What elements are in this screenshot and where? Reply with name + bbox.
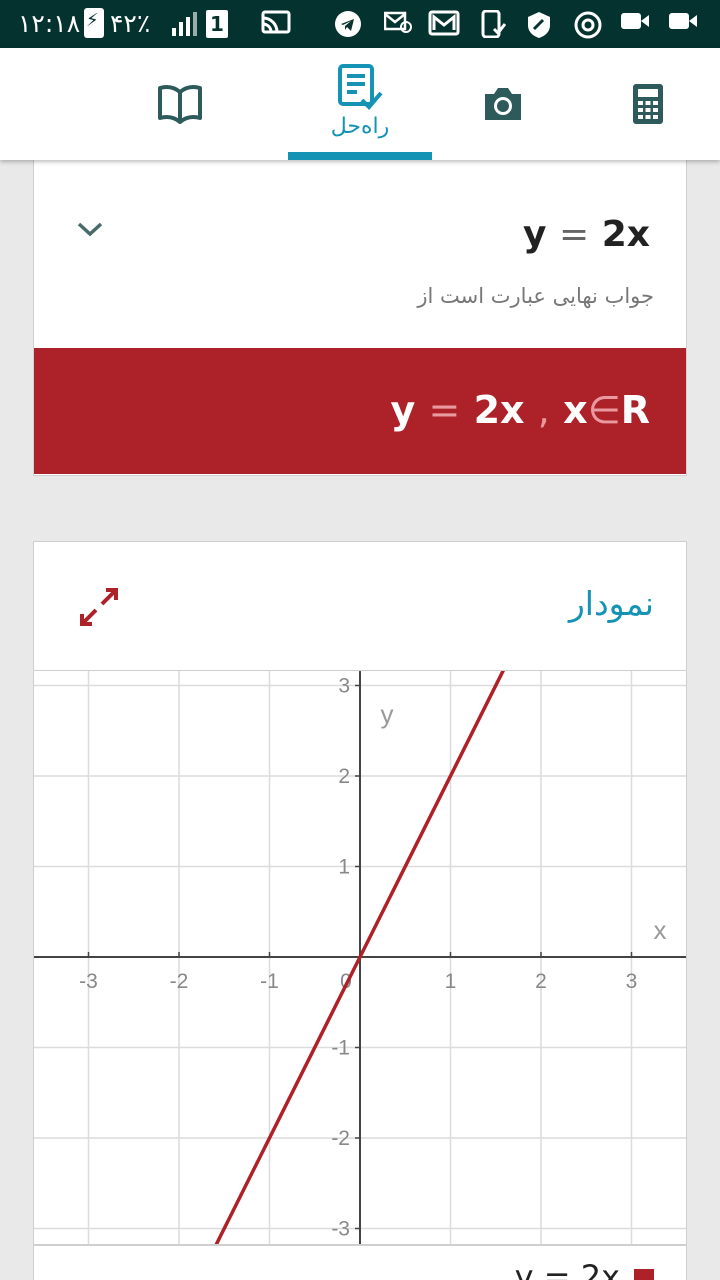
final-answer-band: y = 2x , x∈R — [34, 348, 686, 474]
y-tick-label: 1 — [338, 856, 350, 879]
status-time: ۱۲:۱۸ — [18, 9, 81, 38]
answer-lhs: y — [390, 388, 416, 432]
x-tick-label: 1 — [445, 970, 457, 993]
tab-camera[interactable] — [470, 48, 536, 160]
sync-icon — [573, 10, 603, 39]
x-tick-label: -3 — [79, 970, 98, 993]
answer-op: = — [428, 388, 461, 432]
result-card: y = 2x جواب نهایی عبارت است از y = 2x , … — [33, 160, 687, 476]
equation-rhs: 2x — [601, 214, 650, 255]
calculator-icon — [633, 84, 663, 124]
answer-var: x — [563, 388, 588, 432]
expand-icon[interactable] — [78, 586, 120, 628]
camera-icon — [485, 88, 521, 120]
cast-icon — [260, 10, 291, 38]
legend-swatch — [634, 1269, 654, 1280]
x-axis-label: x — [654, 915, 667, 945]
top-toolbar: راه‌حل — [0, 48, 720, 160]
y-tick-label: -2 — [331, 1127, 350, 1150]
legend-divider — [34, 1244, 686, 1246]
x-tick-label: 2 — [535, 970, 547, 993]
solution-icon — [338, 64, 383, 110]
video-icon — [620, 10, 650, 38]
x-tick-label: -1 — [260, 970, 279, 993]
y-axis-label: y — [381, 699, 394, 729]
tab-solution[interactable]: راه‌حل — [300, 48, 420, 160]
legend-entry: y = 2x — [515, 1258, 654, 1280]
graph-title: نمودار — [568, 584, 654, 623]
x-tick-label: 3 — [626, 970, 638, 993]
active-tab-indicator — [288, 152, 432, 160]
legend-label: y = 2x — [514, 1258, 620, 1280]
answer-set: R — [620, 388, 650, 432]
y-tick-label: -1 — [331, 1037, 350, 1060]
book-icon — [158, 85, 202, 124]
answer-comma: , — [537, 388, 550, 432]
answer-rhs: 2x — [473, 388, 525, 432]
y-tick-label: -3 — [331, 1218, 350, 1241]
element-of-symbol: ∈ — [587, 388, 621, 432]
tab-solution-label: راه‌حل — [330, 114, 390, 139]
signal-icon — [172, 12, 198, 36]
status-bar: ۱۲:۱۸ ۴۲٪ 1 — [0, 0, 720, 48]
sim-indicator: 1 — [206, 10, 228, 38]
mail-at-icon — [383, 10, 413, 38]
graph-card: نمودار -3 -2 -1 0 1 2 3 -3 -2 -1 1 2 3 x y y = 2x — [33, 541, 687, 1280]
telegram-icon — [333, 10, 363, 38]
x-tick-label: -2 — [170, 970, 189, 993]
plot-svg: -3 -2 -1 0 1 2 3-3-2-1123xy — [34, 671, 686, 1244]
equation-lhs: y — [522, 214, 547, 255]
tab-calculator[interactable] — [614, 48, 682, 160]
equation-op: = — [559, 214, 590, 255]
tab-book[interactable] — [140, 48, 220, 160]
equation: y = 2x — [523, 214, 650, 255]
phone-check-icon — [478, 9, 508, 39]
graph-area[interactable]: -3 -2 -1 0 1 2 3 -3 -2 -1 1 2 3 x y — [34, 670, 686, 1244]
battery-percent: ۴۲٪ — [110, 9, 151, 38]
chevron-down-icon[interactable] — [76, 220, 104, 238]
gmail-icon — [428, 10, 460, 38]
final-answer-caption: جواب نهایی عبارت است از — [417, 284, 654, 308]
y-tick-label: 3 — [338, 675, 350, 698]
video-icon-2 — [668, 10, 698, 38]
shield-icon — [524, 10, 554, 38]
battery-charging-icon — [84, 8, 104, 38]
final-answer: y = 2x , x∈R — [391, 388, 651, 432]
y-tick-label: 2 — [338, 765, 350, 788]
